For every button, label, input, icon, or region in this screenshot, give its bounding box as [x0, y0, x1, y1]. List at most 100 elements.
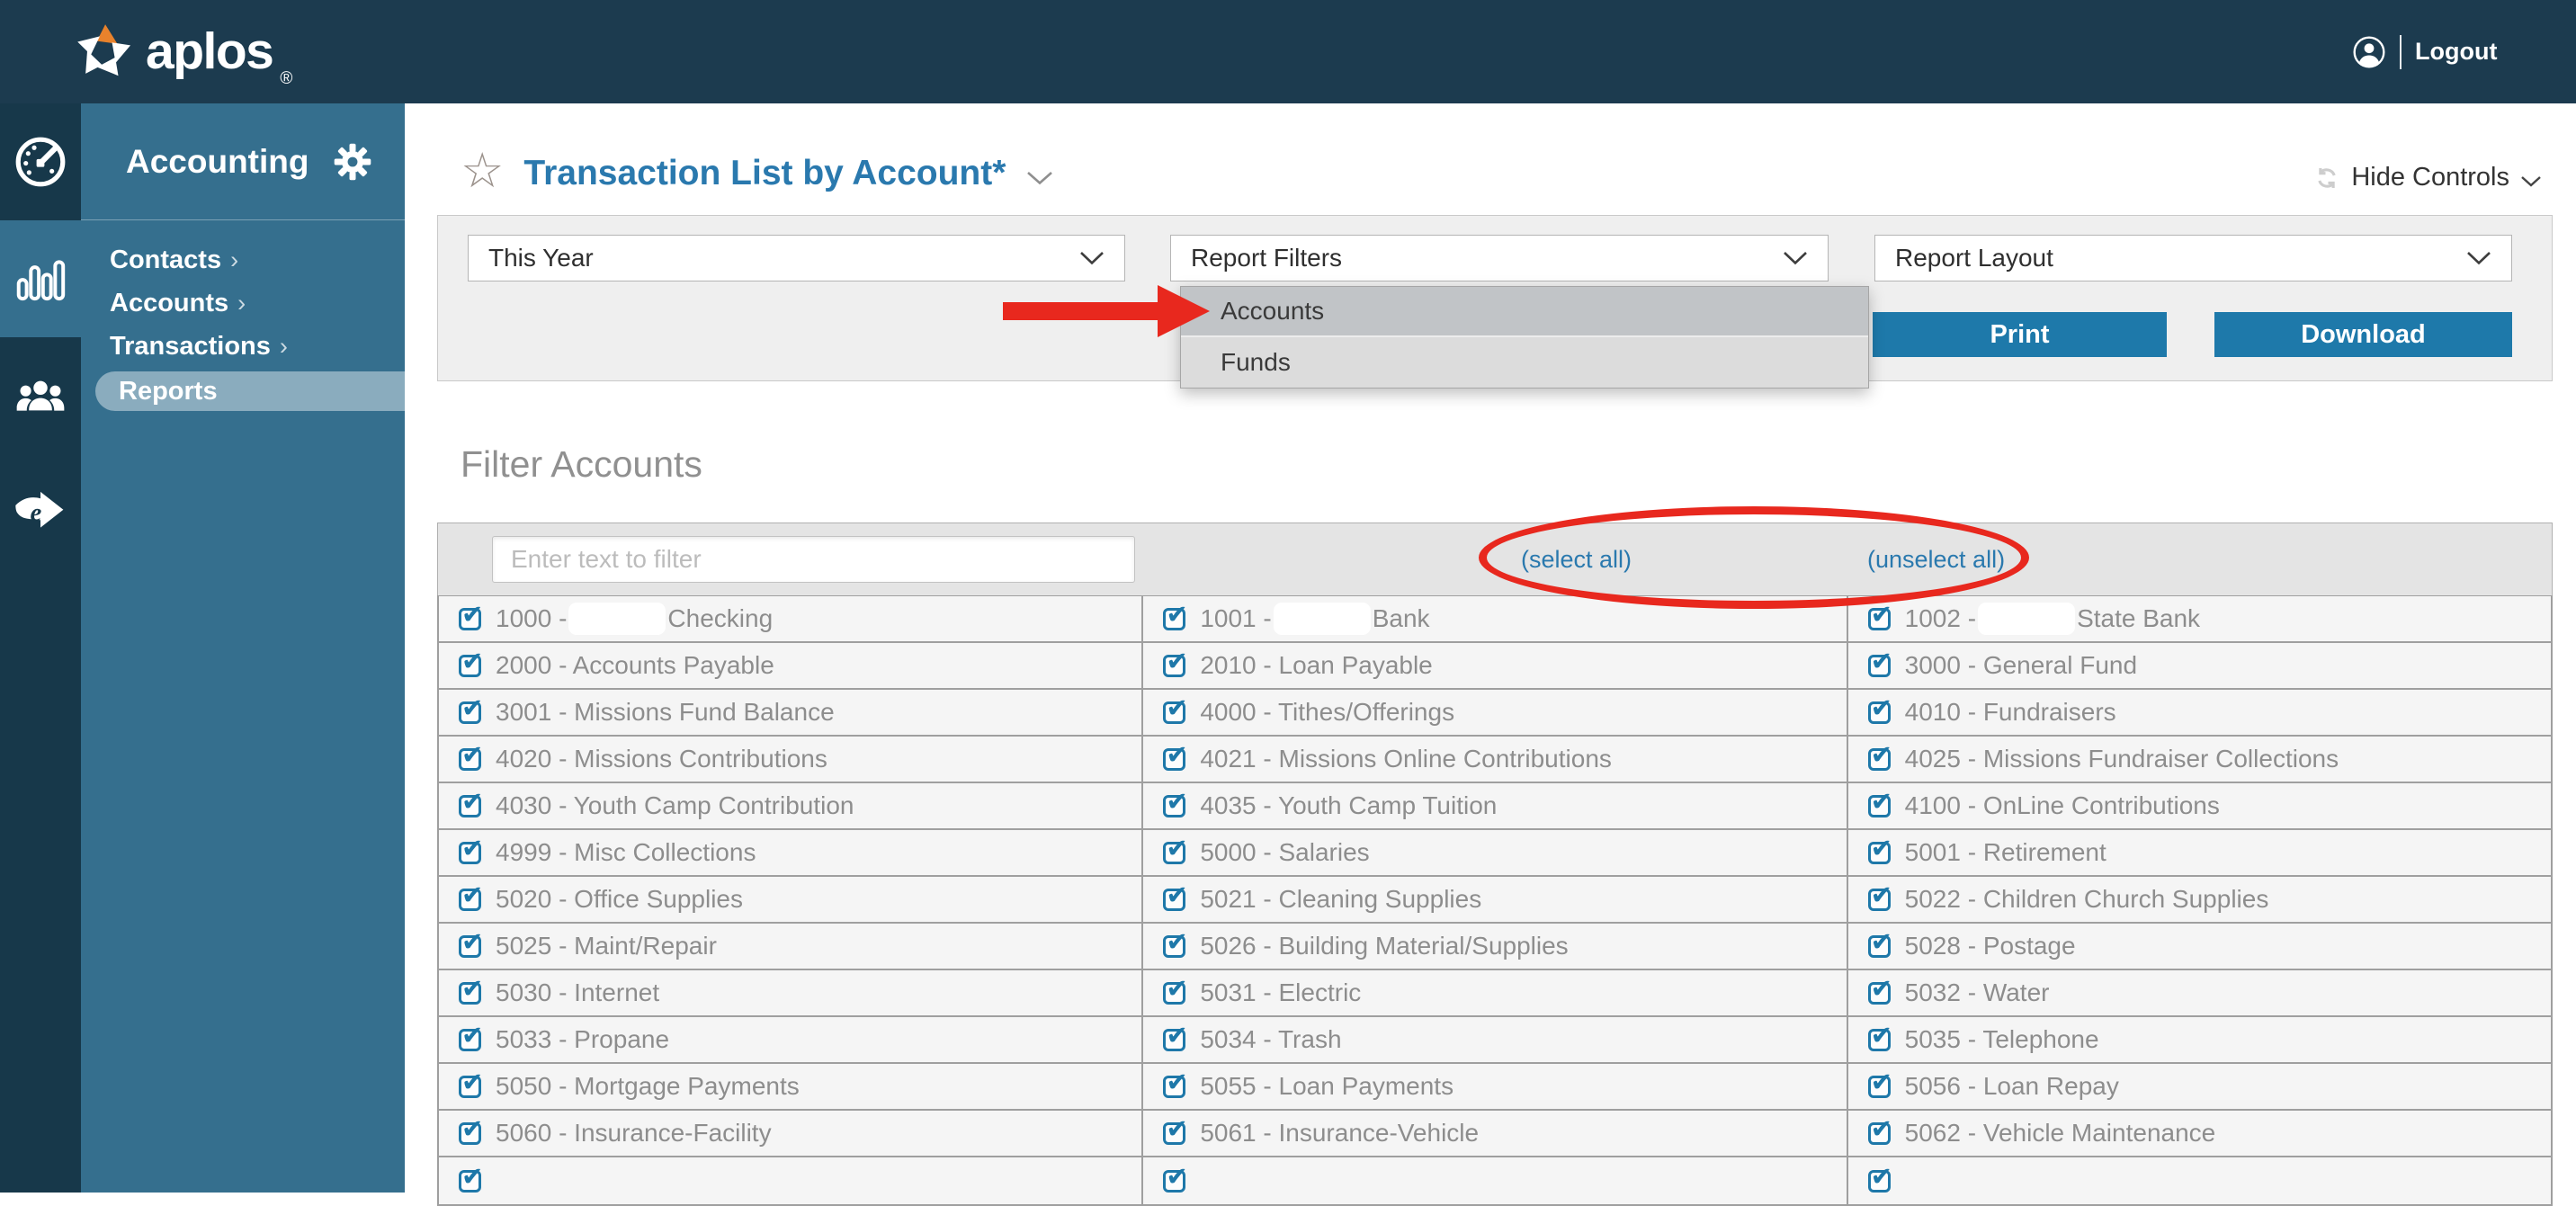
report-filters-select[interactable]: Report Filters — [1170, 235, 1829, 281]
account-checkbox-checked[interactable]: ✔ — [1163, 601, 1188, 630]
account-checkbox-checked[interactable]: ✔ — [1867, 601, 1892, 630]
account-checkbox-checked[interactable]: ✔ — [1163, 648, 1188, 677]
account-checkbox-checked[interactable]: ✔ — [459, 601, 483, 630]
sidebar-item-label: Transactions — [110, 331, 271, 361]
rail-item-dashboard[interactable] — [0, 103, 81, 220]
logout-link[interactable]: Logout — [2415, 38, 2497, 66]
account-checkbox-checked[interactable]: ✔ — [459, 975, 483, 1005]
check-icon: ✔ — [461, 1112, 484, 1144]
account-label: 2010 - Loan Payable — [1200, 651, 1433, 679]
account-checkbox-checked[interactable]: ✔ — [459, 1115, 483, 1145]
chevron-right-icon: › — [279, 332, 288, 360]
account-cell: ✔ — [1143, 1157, 1848, 1204]
account-checkbox-checked[interactable]: ✔ — [1163, 1115, 1188, 1145]
account-label: 5062 - Vehicle Maintenance — [1904, 1119, 2216, 1147]
title-chevron-down-icon[interactable] — [1025, 170, 1054, 186]
account-checkbox-checked[interactable]: ✔ — [459, 1022, 483, 1051]
sidebar-item-reports[interactable]: Reports — [95, 371, 405, 411]
account-checkbox-checked[interactable]: ✔ — [459, 881, 483, 911]
account-label: 4999 - Misc Collections — [496, 838, 756, 866]
chevron-down-icon — [1783, 251, 1808, 265]
account-label: 5034 - Trash — [1200, 1025, 1342, 1053]
favorite-star-icon[interactable]: ☆ — [461, 147, 504, 195]
filter-accounts-table: ✔ 1000 - Checking ✔ 1001 - Bank ✔ 1002 - Stat… — [437, 595, 2553, 1206]
chevron-right-icon: › — [230, 246, 239, 273]
date-range-value: This Year — [488, 244, 594, 272]
menu-option-funds[interactable]: Funds — [1181, 337, 1868, 388]
account-label: 5033 - Propane — [496, 1025, 670, 1053]
sidebar-item-accounts[interactable]: Accounts › — [81, 281, 405, 325]
table-row: ✔ 1000 - Checking ✔ 1001 - Bank ✔ 1002 - Stat… — [439, 596, 2551, 643]
module-icon-rail: e — [0, 103, 81, 1193]
check-icon: ✔ — [461, 598, 484, 630]
check-icon: ✔ — [1870, 1160, 1892, 1192]
divider — [2400, 34, 2402, 69]
people-icon — [14, 370, 67, 422]
account-checkbox-checked[interactable]: ✔ — [1867, 648, 1892, 677]
account-checkbox-checked[interactable]: ✔ — [1867, 694, 1892, 724]
check-icon: ✔ — [1870, 1019, 1892, 1050]
account-checkbox-checked[interactable]: ✔ — [459, 1163, 483, 1193]
report-title-row: ☆ Transaction List by Account* — [461, 147, 1054, 201]
avatar-icon[interactable] — [2352, 35, 2386, 69]
account-checkbox-checked[interactable]: ✔ — [1867, 928, 1892, 958]
annotation-arrow-head — [1158, 285, 1210, 337]
account-checkbox-checked[interactable]: ✔ — [1867, 1068, 1892, 1098]
account-checkbox-checked[interactable]: ✔ — [1163, 741, 1188, 771]
account-checkbox-checked[interactable]: ✔ — [459, 694, 483, 724]
account-checkbox-checked[interactable]: ✔ — [1163, 1022, 1188, 1051]
account-label: 2000 - Accounts Payable — [496, 651, 774, 679]
account-checkbox-checked[interactable]: ✔ — [1867, 788, 1892, 817]
gear-icon[interactable] — [334, 143, 371, 181]
hide-controls-label: Hide Controls — [2351, 163, 2509, 192]
account-checkbox-checked[interactable]: ✔ — [1163, 1068, 1188, 1098]
redacted-name-blank — [1978, 603, 2076, 635]
account-checkbox-checked[interactable]: ✔ — [1867, 741, 1892, 771]
account-checkbox-checked[interactable]: ✔ — [1163, 928, 1188, 958]
aplos-logo[interactable]: aplos ® — [74, 0, 292, 103]
sidebar-item-transactions[interactable]: Transactions › — [81, 325, 405, 368]
account-checkbox-checked[interactable]: ✔ — [1163, 788, 1188, 817]
account-cell: ✔ 2010 - Loan Payable — [1143, 643, 1848, 688]
print-button[interactable]: Print — [1873, 312, 2167, 357]
menu-option-accounts[interactable]: Accounts — [1181, 287, 1868, 337]
check-icon: ✔ — [461, 645, 484, 676]
account-cell: ✔ 5025 - Maint/Repair — [439, 924, 1144, 969]
check-icon: ✔ — [461, 972, 484, 1004]
filter-text-input[interactable] — [492, 536, 1135, 583]
account-cell: ✔ 5021 - Cleaning Supplies — [1143, 877, 1848, 922]
account-checkbox-checked[interactable]: ✔ — [1867, 975, 1892, 1005]
check-icon: ✔ — [461, 879, 484, 910]
account-checkbox-checked[interactable]: ✔ — [1163, 1163, 1188, 1193]
account-checkbox-checked[interactable]: ✔ — [1867, 1163, 1892, 1193]
report-layout-select[interactable]: Report Layout — [1874, 235, 2512, 281]
account-checkbox-checked[interactable]: ✔ — [1867, 1115, 1892, 1145]
account-checkbox-checked[interactable]: ✔ — [1163, 975, 1188, 1005]
download-button[interactable]: Download — [2214, 312, 2512, 357]
account-checkbox-checked[interactable]: ✔ — [459, 1068, 483, 1098]
account-checkbox-checked[interactable]: ✔ — [459, 928, 483, 958]
account-cell: ✔ — [439, 1157, 1144, 1204]
account-checkbox-checked[interactable]: ✔ — [1163, 881, 1188, 911]
sidebar-item-contacts[interactable]: Contacts › — [81, 238, 405, 281]
chevron-down-icon — [2466, 251, 2491, 265]
account-checkbox-checked[interactable]: ✔ — [1867, 881, 1892, 911]
table-row: ✔ 4999 - Misc Collections ✔ 5000 - Salaries… — [439, 830, 2551, 877]
hide-controls-toggle[interactable]: Hide Controls — [2313, 163, 2542, 192]
rail-item-accounting[interactable] — [0, 220, 81, 337]
account-cell: ✔ 5035 - Telephone — [1848, 1017, 2551, 1062]
rail-item-people[interactable] — [0, 337, 81, 454]
check-icon: ✔ — [1166, 925, 1188, 957]
account-checkbox-checked[interactable]: ✔ — [1867, 1022, 1892, 1051]
account-checkbox-checked[interactable]: ✔ — [459, 648, 483, 677]
rail-item-efile[interactable]: e — [0, 454, 81, 571]
date-range-select[interactable]: This Year — [468, 235, 1125, 281]
account-checkbox-checked[interactable]: ✔ — [1163, 694, 1188, 724]
account-checkbox-checked[interactable]: ✔ — [459, 741, 483, 771]
dashboard-gauge-icon — [13, 134, 68, 190]
chevron-right-icon: › — [237, 289, 246, 317]
account-checkbox-checked[interactable]: ✔ — [459, 835, 483, 864]
account-checkbox-checked[interactable]: ✔ — [1163, 835, 1188, 864]
account-checkbox-checked[interactable]: ✔ — [459, 788, 483, 817]
account-checkbox-checked[interactable]: ✔ — [1867, 835, 1892, 864]
